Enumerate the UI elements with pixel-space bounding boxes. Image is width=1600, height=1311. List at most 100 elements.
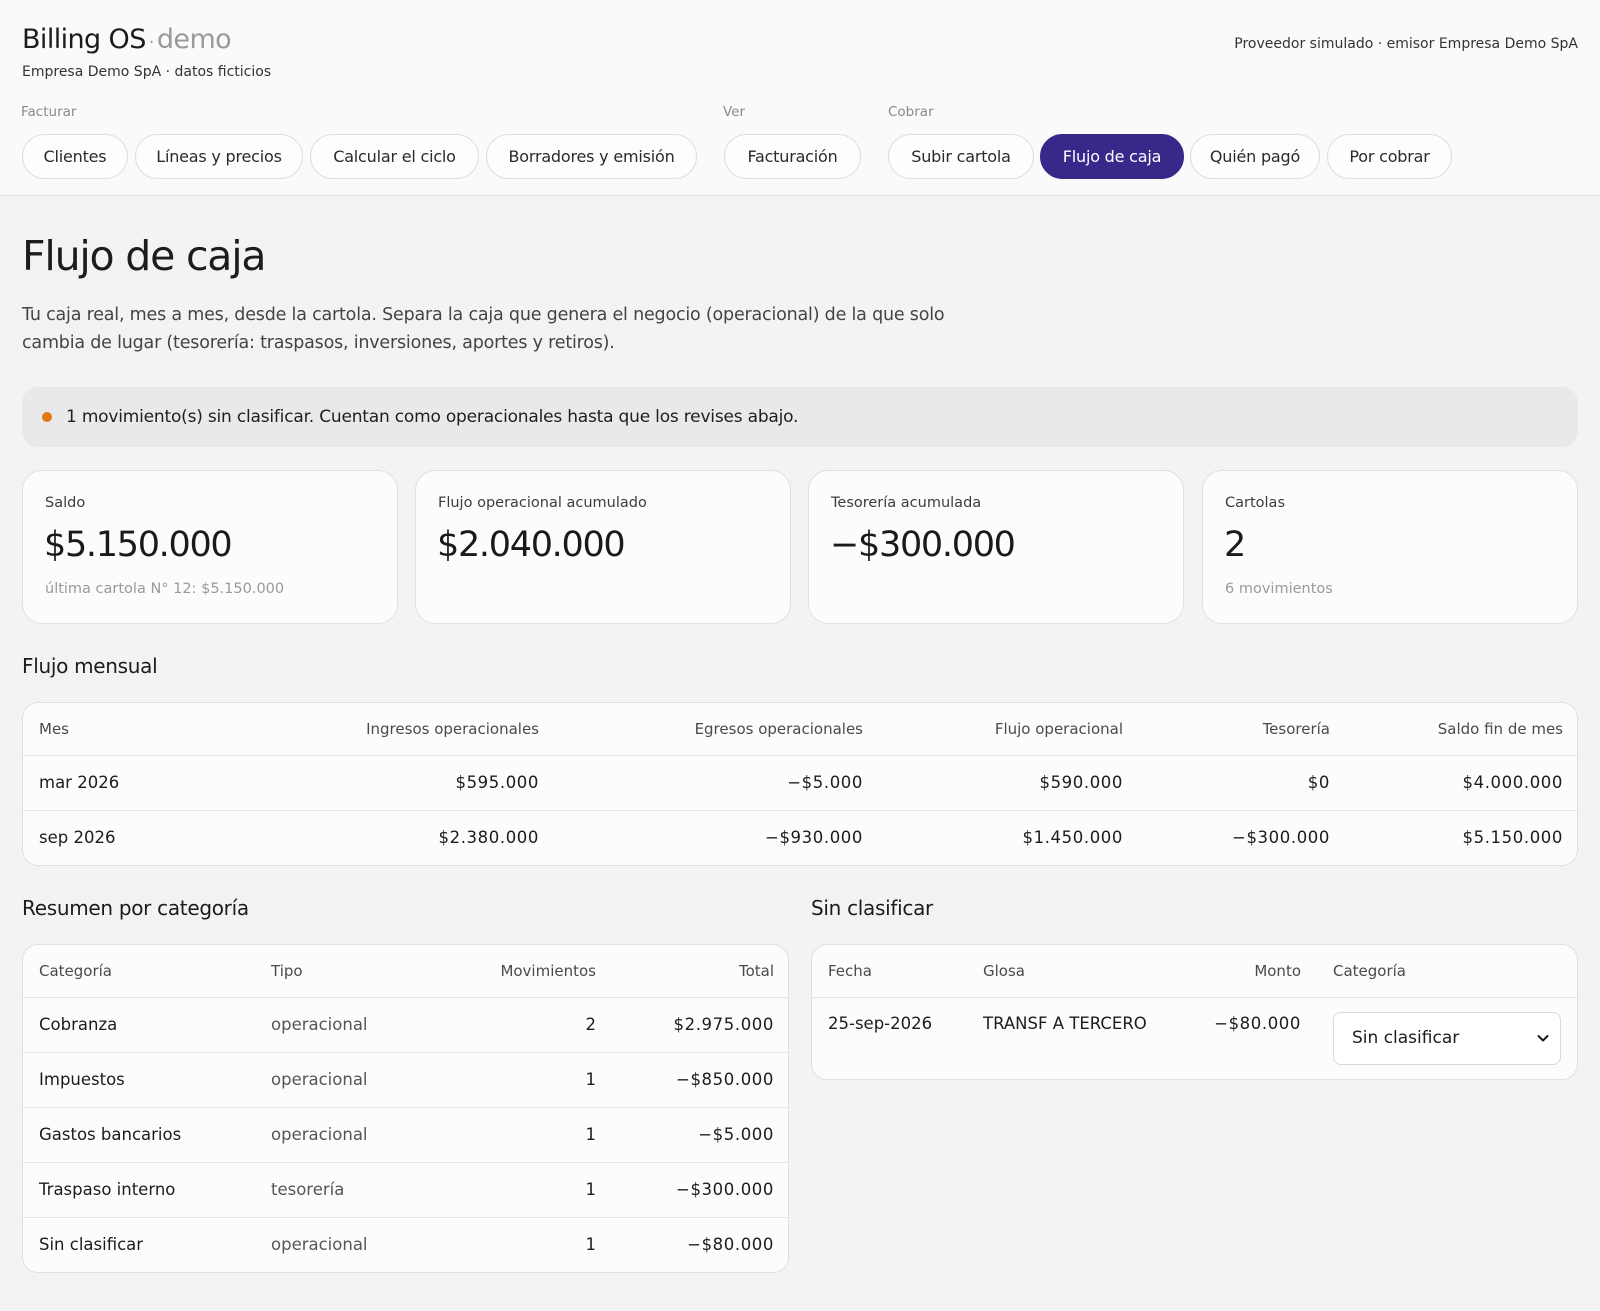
table-header-row: Mes Ingresos operacionales Egresos opera… [23, 703, 1577, 756]
cell-egresos: −$5.000 [555, 755, 879, 811]
cell-total: −$300.000 [612, 1162, 788, 1218]
unclassified-title: Sin clasificar [811, 896, 933, 920]
col-header-total: Total [612, 945, 788, 998]
chevron-down-icon [1537, 1035, 1549, 1042]
table-header-row: Categoría Tipo Movimientos Total [23, 945, 788, 998]
cell-total: −$80.000 [687, 1235, 774, 1255]
cell-tipo: operacional [255, 997, 425, 1053]
cell-movimientos: 1 [585, 1235, 597, 1255]
card-subtext: última cartola N° 12: $5.150.000 [45, 581, 285, 597]
table-row: Impuestos operacional 1 −$850.000 [23, 1052, 788, 1108]
cell-movimientos: 2 [425, 997, 612, 1053]
page-description: Tu caja real, mes a mes, desde la cartol… [22, 305, 945, 353]
cell-total: $2.975.000 [612, 997, 788, 1053]
card-value: $5.150.000 [44, 525, 233, 565]
card-saldo: Saldo $5.150.000 última cartola N° 12: $… [22, 470, 398, 624]
card-value: 2 [1224, 525, 1246, 565]
card-cartolas: Cartolas 2 6 movimientos [1202, 470, 1578, 624]
summary-title: Resumen por categoría [22, 896, 249, 920]
cell-categoria: Gastos bancarios [23, 1107, 255, 1163]
nav-borradores-emision[interactable]: Borradores y emisión [486, 134, 697, 179]
cell-movimientos: 1 [425, 1052, 612, 1108]
cell-tipo: tesorería [255, 1162, 425, 1218]
cell-saldo: $5.150.000 [1462, 828, 1563, 848]
cell-mes: sep 2026 [39, 828, 116, 848]
nav-group-cobrar: Cobrar [888, 104, 934, 120]
table-row: Sin clasificar operacional 1 −$80.000 [23, 1217, 788, 1272]
cell-movimientos: 1 [425, 1107, 612, 1163]
cell-categoria: Cobranza [23, 997, 255, 1053]
table-row: Traspaso interno tesorería 1 −$300.000 [23, 1162, 788, 1218]
brand-env: demo [156, 24, 232, 55]
col-header-glosa: Glosa [967, 945, 1167, 998]
alert-text: 1 movimiento(s) sin clasificar. Cuentan … [66, 407, 799, 427]
col-header-egresos: Egresos operacionales [555, 703, 879, 756]
table-header-row: Fecha Glosa Monto Categoría [812, 945, 1577, 998]
card-tesoreria: Tesorería acumulada −$300.000 [808, 470, 1184, 624]
nav-flujo-caja[interactable]: Flujo de caja [1040, 134, 1184, 179]
card-flujo-operacional: Flujo operacional acumulado $2.040.000 [415, 470, 791, 624]
table-row: Gastos bancarios operacional 1 −$5.000 [23, 1107, 788, 1163]
unclassified-alert: 1 movimiento(s) sin clasificar. Cuentan … [22, 387, 1578, 447]
page-title: Flujo de caja [22, 232, 267, 280]
nav-group-facturar: Facturar [21, 104, 77, 120]
cell-tipo: operacional [271, 1235, 368, 1255]
provider-info: Proveedor simulado · emisor Empresa Demo… [1234, 36, 1578, 52]
cell-categoria: Impuestos [23, 1052, 255, 1108]
cell-tipo: operacional [255, 1107, 425, 1163]
nav-facturacion[interactable]: Facturación [724, 134, 861, 179]
col-header-saldo: Saldo fin de mes [1346, 703, 1577, 756]
cell-categoria: Traspaso interno [23, 1162, 255, 1218]
nav-clientes[interactable]: Clientes [22, 134, 128, 179]
col-header-monto: Monto [1167, 945, 1317, 998]
monthly-flow-table: Mes Ingresos operacionales Egresos opera… [22, 702, 1578, 866]
nav-lineas-precios[interactable]: Líneas y precios [135, 134, 303, 179]
cell-tipo: operacional [255, 1052, 425, 1108]
nav-subir-cartola[interactable]: Subir cartola [888, 134, 1034, 179]
cell-categoria: Sin clasificar [39, 1235, 144, 1255]
brand-separator: · [148, 32, 155, 53]
top-bar: Billing OS · demo Empresa Demo SpA · datos… [0, 0, 1600, 196]
category-select-value: Sin clasificar [1352, 1028, 1460, 1048]
cell-monto: −$80.000 [1214, 1013, 1301, 1033]
nav-quien-pago[interactable]: Quién pagó [1190, 134, 1320, 179]
card-label: Flujo operacional acumulado [438, 495, 647, 511]
nav-por-cobrar[interactable]: Por cobrar [1327, 134, 1452, 179]
cell-movimientos: 1 [425, 1162, 612, 1218]
cell-glosa: TRANSF A TERCERO [983, 1013, 1147, 1033]
cell-total: −$5.000 [612, 1107, 788, 1163]
card-label: Tesorería acumulada [831, 495, 982, 511]
cell-mes: mar 2026 [23, 755, 203, 811]
col-header-categoria: Categoría [23, 945, 255, 998]
warning-dot-icon [42, 412, 52, 422]
card-value: −$300.000 [830, 525, 1016, 565]
company-subtitle: Empresa Demo SpA · datos ficticios [22, 64, 272, 80]
cell-tesoreria: −$300.000 [1232, 828, 1330, 848]
monthly-flow-title: Flujo mensual [22, 654, 158, 678]
col-header-tipo: Tipo [255, 945, 425, 998]
col-header-ingresos: Ingresos operacionales [203, 703, 555, 756]
nav-group-ver: Ver [723, 104, 746, 120]
table-row: sep 2026 $2.380.000 −$930.000 $1.450.000… [23, 810, 1577, 865]
nav-calcular-ciclo[interactable]: Calcular el ciclo [310, 134, 479, 179]
category-select[interactable]: Sin clasificar [1333, 1011, 1561, 1065]
col-header-tesoreria: Tesorería [1139, 703, 1346, 756]
table-row: Cobranza operacional 2 $2.975.000 [23, 997, 788, 1053]
cell-flujo: $1.450.000 [1022, 828, 1123, 848]
cell-ingresos: $2.380.000 [438, 828, 539, 848]
card-label: Saldo [45, 495, 86, 511]
cell-egresos: −$930.000 [765, 828, 863, 848]
col-header-mes: Mes [23, 703, 203, 756]
col-header-fecha: Fecha [812, 945, 967, 998]
table-row: 25-sep-2026 TRANSF A TERCERO −$80.000 Si… [812, 997, 1577, 1079]
cell-tesoreria: $0 [1139, 755, 1346, 811]
col-header-flujo: Flujo operacional [879, 703, 1139, 756]
card-value: $2.040.000 [437, 525, 626, 565]
cell-flujo: $590.000 [879, 755, 1139, 811]
brand-name: Billing OS [22, 24, 146, 55]
brand: Billing OS · demo [22, 24, 232, 55]
cell-saldo: $4.000.000 [1346, 755, 1577, 811]
cell-categoria: Sin clasificar [1317, 997, 1577, 1079]
cell-total: −$850.000 [612, 1052, 788, 1108]
col-header-movimientos: Movimientos [425, 945, 612, 998]
